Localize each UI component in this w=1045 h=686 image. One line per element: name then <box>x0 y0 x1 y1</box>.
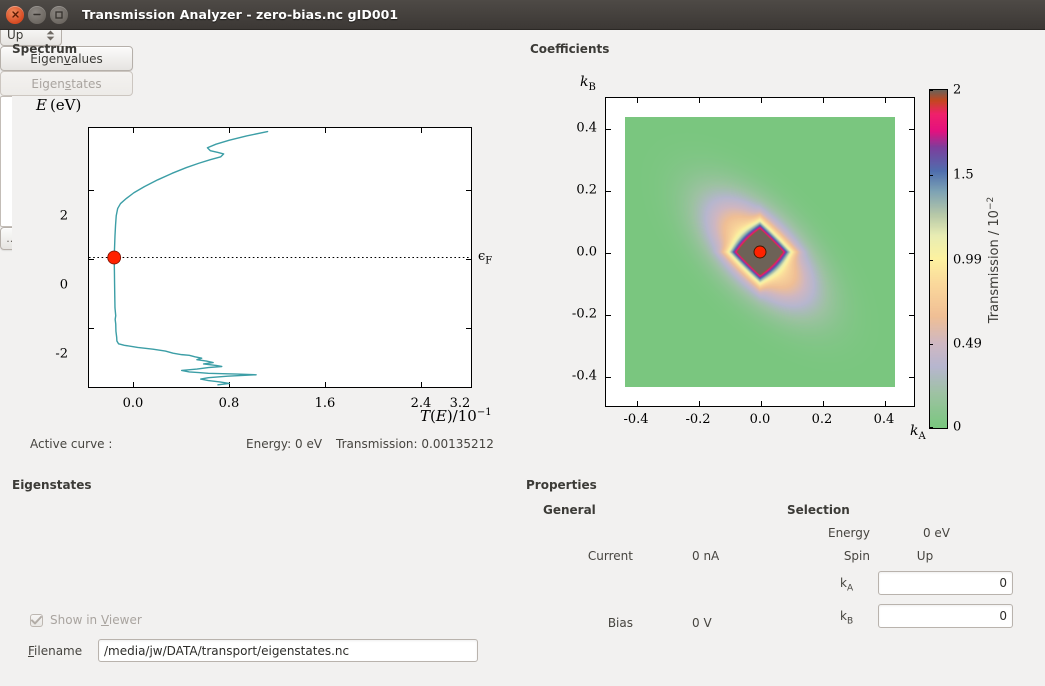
filename-label: Filename <box>28 644 83 658</box>
eigenstates-group-label: Eigenstates <box>12 478 92 492</box>
coefficients-xtick-label: 0.0 <box>749 412 771 427</box>
colorbar-tick-label: 0.99 <box>953 252 982 268</box>
coefficients-xtick-label: -0.2 <box>685 412 711 427</box>
spectrum-xlabel: T(E)/10−1 <box>420 407 492 425</box>
coefficients-ytick-label: -0.2 <box>571 306 597 322</box>
energy-readout: Energy: 0 eV <box>246 437 323 451</box>
selection-energy-value: 0 eV <box>922 526 950 540</box>
current-label: Current <box>587 549 633 563</box>
selection-heading: Selection <box>787 503 850 517</box>
spectrum-xtick-label: 1.6 <box>314 396 336 411</box>
window-controls <box>0 5 68 24</box>
chevron-up-icon <box>46 30 55 34</box>
show-in-viewer-label: Show in Viewer <box>50 613 142 627</box>
fermi-level-label: ϵF <box>478 249 493 267</box>
bias-value: 0 V <box>692 616 712 630</box>
window-titlebar: Transmission Analyzer - zero-bias.nc gID… <box>0 0 1045 30</box>
coefficients-ylabel: kB <box>580 74 596 93</box>
coefficients-marker-svg <box>753 245 767 259</box>
selection-spin-label: Spin <box>843 549 870 563</box>
spectrum-axes <box>88 127 472 388</box>
colorbar-tick-label: 0.49 <box>953 336 982 352</box>
kb-label: kB <box>840 609 854 627</box>
spectrum-xtick-label: 0.8 <box>218 396 240 411</box>
spectrum-series-svg <box>89 130 471 386</box>
coefficients-plot-canvas[interactable]: kB 0.4 0.2 0.0 -0.2 -0.4 -0.4 -0.2 0.0 0… <box>525 60 1045 460</box>
coefficients-ytick-label: 0.2 <box>576 182 597 198</box>
coefficients-xtick-label: 0.4 <box>873 412 895 427</box>
eigenstates-button[interactable]: Eigenstates <box>0 71 133 96</box>
spectrum-ytick-label: -2 <box>55 346 68 362</box>
bias-label: Bias <box>607 616 633 630</box>
coefficients-ytick-label: 0.0 <box>576 244 597 260</box>
colorbar-tick <box>929 90 933 91</box>
colorbar-tick-label: 1.5 <box>953 167 974 183</box>
colorbar <box>929 89 948 429</box>
spectrum-group-label: Spectrum <box>12 42 78 56</box>
selected-k-marker[interactable] <box>753 245 767 259</box>
selection-energy-label: Energy <box>827 526 870 540</box>
kb-value: 0 <box>999 609 1007 623</box>
spectrum-xtick-label: 0.0 <box>122 396 144 411</box>
spectrum-ylabel: E (eV) <box>36 96 82 114</box>
properties-group-label: Properties <box>526 478 597 492</box>
transmission-readout: Transmission: 0.00135212 <box>336 437 494 451</box>
selection-spin-value: Up <box>916 549 934 563</box>
ka-input[interactable]: 0 <box>878 571 1013 595</box>
coefficients-xtick-label: 0.2 <box>811 412 833 427</box>
chevron-down-icon <box>46 36 55 40</box>
coefficients-axes <box>605 97 915 407</box>
colorbar-tick <box>929 175 933 176</box>
current-value: 0 nA <box>692 549 720 563</box>
active-curve-label: Active curve : <box>30 437 113 451</box>
coefficients-xtick-label: -0.4 <box>623 412 649 427</box>
checkbox-icon[interactable] <box>30 613 43 627</box>
active-curve-value: Up <box>7 28 24 42</box>
filename-input[interactable]: /media/jw/DATA/transport/eigenstates.nc <box>98 639 478 662</box>
spectrum-ytick-label: 0 <box>59 277 68 293</box>
ka-value: 0 <box>999 576 1007 590</box>
colorbar-tick <box>929 260 933 261</box>
maximize-icon[interactable] <box>50 5 68 24</box>
coefficients-ytick-label: 0.4 <box>576 120 597 136</box>
spectrum-ytick-label: 2 <box>59 208 68 224</box>
coefficients-xlabel: kA <box>910 423 926 442</box>
colorbar-axis-label: Transmission / 10−2 <box>985 196 1003 324</box>
ka-label: kA <box>840 576 854 594</box>
coefficients-group-label: Coefficients <box>530 42 610 56</box>
colorbar-tick-label: 0 <box>953 419 962 435</box>
transmission-curve <box>113 130 269 386</box>
coefficients-ytick-label: -0.4 <box>571 368 597 384</box>
colorbar-tick <box>929 427 933 428</box>
spectrum-plot-canvas[interactable]: E (eV) 2 0 -2 0.0 0.8 1.6 2.4 3.2 T(E)/1… <box>12 96 517 426</box>
minimize-icon[interactable] <box>28 5 46 24</box>
close-icon[interactable] <box>6 5 24 24</box>
colorbar-tick <box>929 344 933 345</box>
spinner-arrows[interactable] <box>46 30 55 41</box>
selected-energy-marker[interactable] <box>107 250 122 265</box>
show-in-viewer-checkbox-row[interactable]: Show in Viewer <box>30 613 142 627</box>
kb-input[interactable]: 0 <box>878 604 1013 628</box>
eigenstates-button-label: Eigenstates <box>31 76 102 91</box>
window-title: Transmission Analyzer - zero-bias.nc gID… <box>82 7 399 22</box>
general-heading: General <box>543 503 596 517</box>
colorbar-tick-label: 2 <box>953 82 962 98</box>
filename-value: /media/jw/DATA/transport/eigenstates.nc <box>104 643 350 658</box>
